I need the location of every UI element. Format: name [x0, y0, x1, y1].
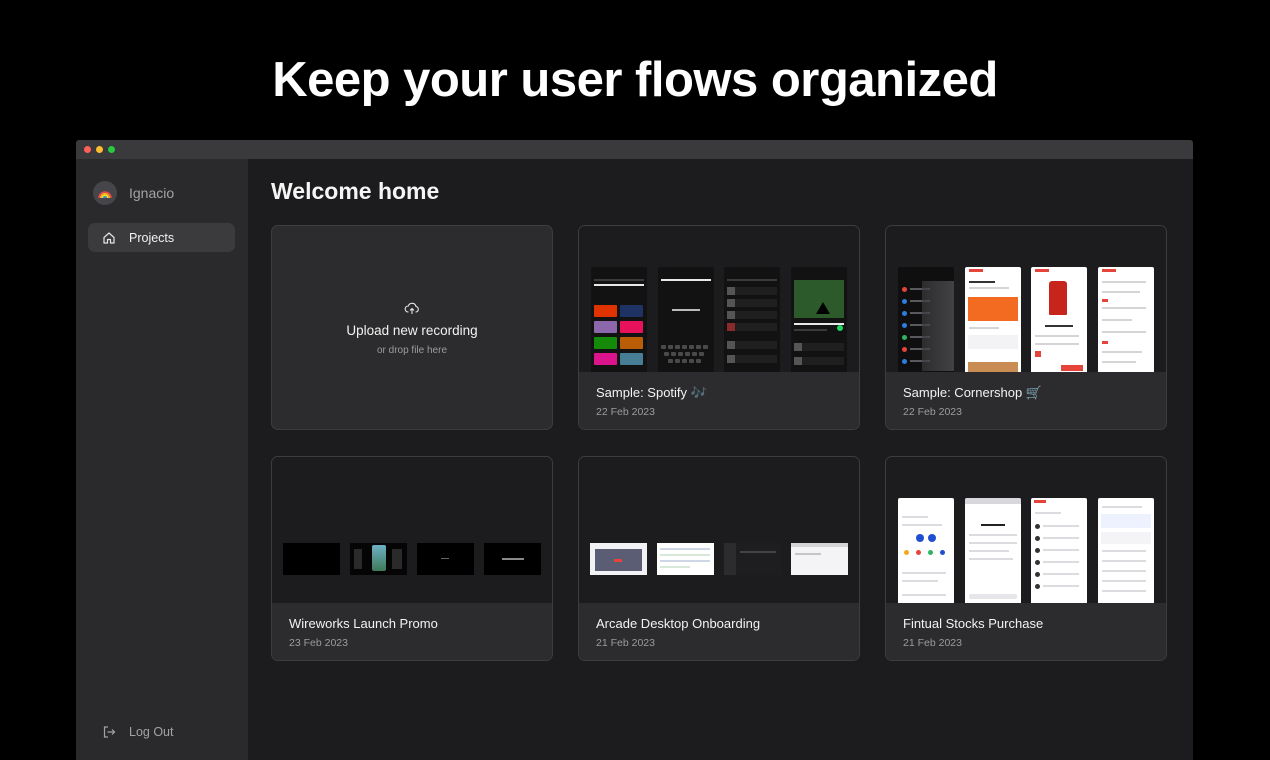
app-window: Ignacio Projects Log Out Welcome home Up… — [76, 140, 1193, 760]
sidebar-item-label: Projects — [129, 230, 175, 245]
screen-preview — [657, 267, 714, 372]
upload-cloud-icon — [404, 302, 419, 314]
screen-preview — [657, 543, 714, 575]
screen-preview — [1031, 498, 1088, 603]
screen-preview — [724, 267, 781, 372]
project-title: Sample: Spotify 🎶 — [596, 385, 707, 400]
upload-subtitle: or drop file here — [376, 344, 448, 356]
home-icon — [102, 231, 116, 245]
screen-preview — [283, 543, 340, 575]
rainbow-icon — [98, 191, 112, 199]
project-title: Arcade Desktop Onboarding — [596, 616, 761, 631]
user-name: Ignacio — [129, 185, 175, 201]
project-thumbnail — [579, 226, 859, 372]
sidebar: Ignacio Projects Log Out — [76, 159, 248, 760]
screen-preview — [964, 267, 1021, 372]
project-date: 22 Feb 2023 — [596, 406, 655, 418]
screen-preview — [790, 267, 847, 372]
project-date: 23 Feb 2023 — [289, 637, 348, 649]
project-card[interactable]: Arcade Desktop Onboarding 21 Feb 2023 — [578, 456, 860, 661]
close-window-button[interactable] — [84, 146, 91, 153]
project-thumbnail — [886, 226, 1166, 372]
project-thumbnail — [272, 457, 552, 603]
screen-preview — [964, 498, 1021, 603]
project-title: Wireworks Launch Promo — [289, 616, 438, 631]
project-thumbnail — [579, 457, 859, 603]
upload-title: Upload new recording — [346, 322, 478, 338]
screen-preview — [898, 498, 954, 603]
project-title: Sample: Cornershop 🛒 — [903, 385, 1043, 400]
screen-preview — [1031, 267, 1088, 372]
project-thumbnail — [886, 457, 1166, 603]
screen-preview — [724, 543, 781, 575]
screen-preview — [417, 543, 474, 575]
project-date: 21 Feb 2023 — [596, 637, 655, 649]
project-card[interactable]: Sample: Spotify 🎶 22 Feb 2023 — [578, 225, 860, 430]
page-title: Welcome home — [271, 178, 440, 204]
screen-preview — [898, 267, 954, 372]
avatar — [93, 181, 117, 205]
screen-preview — [791, 543, 848, 575]
logout-icon — [103, 726, 116, 738]
screen-preview — [591, 267, 647, 372]
screen-preview — [1097, 267, 1154, 372]
hero-title: Keep your user flows organized — [272, 53, 998, 107]
logout-label: Log Out — [129, 725, 174, 739]
minimize-window-button[interactable] — [96, 146, 103, 153]
user-profile[interactable]: Ignacio — [93, 181, 174, 205]
sidebar-item-projects[interactable]: Projects — [88, 223, 235, 252]
upload-recording-card[interactable]: Upload new recording or drop file here — [271, 225, 553, 430]
maximize-window-button[interactable] — [108, 146, 115, 153]
window-titlebar — [76, 140, 1193, 159]
logout-button[interactable]: Log Out — [102, 725, 173, 739]
screen-preview — [350, 543, 407, 575]
project-card[interactable]: Wireworks Launch Promo 23 Feb 2023 — [271, 456, 553, 661]
project-date: 21 Feb 2023 — [903, 637, 962, 649]
screen-preview — [484, 543, 541, 575]
project-card[interactable]: Fintual Stocks Purchase 21 Feb 2023 — [885, 456, 1167, 661]
screen-preview — [1097, 498, 1154, 603]
screen-preview — [590, 543, 647, 575]
project-title: Fintual Stocks Purchase — [903, 616, 1044, 631]
project-card[interactable]: Sample: Cornershop 🛒 22 Feb 2023 — [885, 225, 1167, 430]
project-date: 22 Feb 2023 — [903, 406, 962, 418]
